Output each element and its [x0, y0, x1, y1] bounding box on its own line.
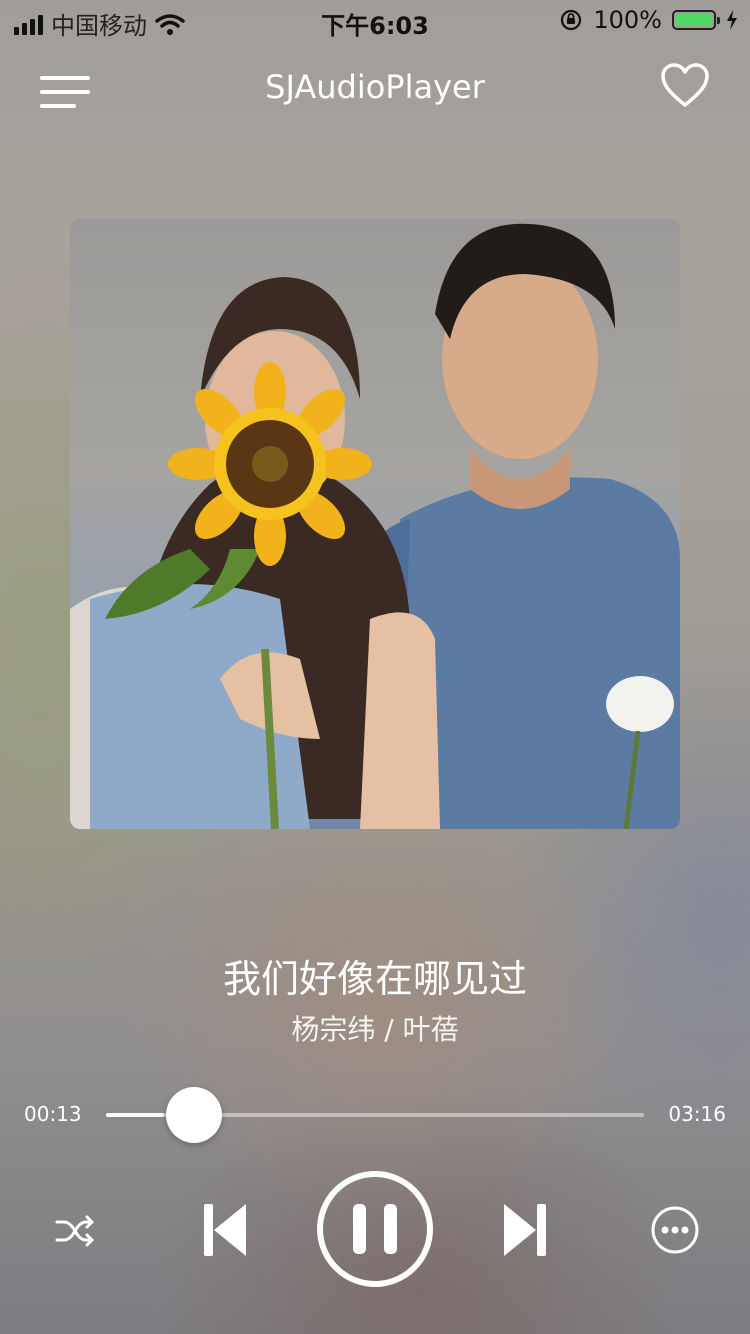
pause-button[interactable]: [316, 1170, 434, 1288]
previous-icon[interactable]: [200, 1202, 250, 1258]
nav-bar: SJAudioPlayer: [0, 58, 750, 114]
rotation-lock-icon: [561, 9, 582, 31]
song-title: 我们好像在哪见过: [222, 957, 527, 1001]
heart-icon[interactable]: [660, 62, 710, 108]
current-time: 00:13: [24, 1102, 82, 1126]
album-art-illustration: [70, 223, 680, 829]
battery-icon: [672, 10, 720, 30]
shuffle-icon[interactable]: [52, 1208, 98, 1254]
progress-thumb[interactable]: [165, 1087, 222, 1143]
pause-icon: [317, 1171, 433, 1287]
progress-played: [106, 1113, 164, 1117]
album-cover: [70, 219, 680, 829]
artist-name: 杨宗纬 / 叶蓓: [291, 1013, 459, 1046]
next-icon[interactable]: [500, 1202, 550, 1258]
charging-icon: [727, 10, 737, 30]
more-icon[interactable]: [650, 1205, 700, 1255]
battery-percent: 100%: [593, 6, 662, 34]
total-time: 03:16: [668, 1102, 726, 1126]
status-bar: 中国移动 下午6:03 100%: [0, 0, 750, 40]
page-title: SJAudioPlayer: [265, 68, 485, 106]
